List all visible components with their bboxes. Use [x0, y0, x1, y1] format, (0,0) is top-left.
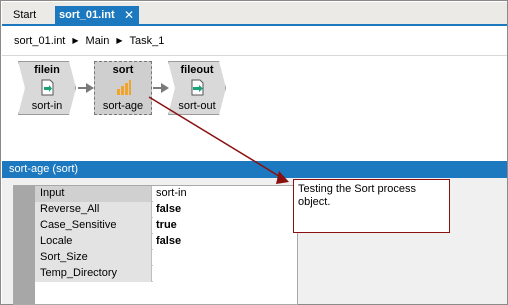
- arrowhead-icon: [86, 83, 94, 93]
- grid-gutter: [14, 186, 35, 304]
- property-value[interactable]: [153, 250, 297, 266]
- property-row[interactable]: Sort_Size: [35, 250, 297, 266]
- annotation-note[interactable]: Testing the Sort process object.: [293, 179, 450, 233]
- file-output-icon: [191, 79, 204, 96]
- app-window: Start sort_01.int ✕ sort_01.int ▶ Main ▶ Tas…: [0, 0, 508, 305]
- breadcrumb-divider: [2, 55, 507, 56]
- node-sort[interactable]: sort sort-age: [94, 61, 152, 115]
- breadcrumb-item-main[interactable]: Main: [86, 35, 110, 47]
- property-name: Sort_Size: [35, 250, 152, 266]
- tab-label: sort_01.int: [59, 9, 115, 21]
- property-value[interactable]: [153, 266, 297, 282]
- close-icon[interactable]: ✕: [124, 6, 134, 24]
- breadcrumb-separator-icon: ▶: [116, 36, 123, 45]
- process-canvas[interactable]: filein sort-in sort sort-age fileout sor…: [2, 57, 507, 158]
- connector-line: [153, 87, 161, 89]
- property-value[interactable]: false: [153, 202, 297, 218]
- arrowhead-icon: [161, 83, 169, 93]
- property-name: Reverse_All: [35, 202, 152, 218]
- sort-bars-icon: [117, 80, 131, 95]
- panel-title: sort-age (sort): [2, 161, 507, 178]
- property-value[interactable]: sort-in: [153, 186, 297, 202]
- node-label: sort-in: [31, 100, 63, 112]
- node-fileout[interactable]: fileout sort-out: [168, 61, 226, 115]
- breadcrumb-item-file[interactable]: sort_01.int: [14, 35, 65, 47]
- tab-strip: Start sort_01.int ✕: [2, 2, 507, 25]
- breadcrumb: sort_01.int ▶ Main ▶ Task_1: [2, 26, 507, 56]
- property-row[interactable]: Temp_Directory: [35, 266, 297, 282]
- property-grid: Input sort-in Reverse_All false Case_Sen…: [13, 185, 298, 305]
- file-input-icon: [41, 79, 54, 96]
- tab-sort-01[interactable]: sort_01.int ✕: [55, 6, 139, 25]
- node-label: sort-out: [178, 100, 216, 112]
- node-title: filein: [34, 64, 60, 76]
- node-label: sort-age: [102, 100, 144, 112]
- property-name: Case_Sensitive: [35, 218, 152, 234]
- property-value[interactable]: false: [153, 234, 297, 250]
- property-name: Locale: [35, 234, 152, 250]
- property-value[interactable]: true: [153, 218, 297, 234]
- property-name: Temp_Directory: [35, 266, 152, 282]
- node-title: fileout: [180, 64, 214, 76]
- property-name: Input: [35, 186, 152, 202]
- property-row[interactable]: Input sort-in: [35, 186, 297, 202]
- connector-line: [78, 87, 86, 89]
- property-row[interactable]: Reverse_All false: [35, 202, 297, 218]
- breadcrumb-separator-icon: ▶: [72, 36, 79, 45]
- node-filein[interactable]: filein sort-in: [18, 61, 76, 115]
- tab-start[interactable]: Start: [9, 6, 49, 25]
- breadcrumb-item-task[interactable]: Task_1: [130, 35, 165, 47]
- node-title: sort: [112, 64, 134, 76]
- property-row[interactable]: Case_Sensitive true: [35, 218, 297, 234]
- property-row[interactable]: Locale false: [35, 234, 297, 250]
